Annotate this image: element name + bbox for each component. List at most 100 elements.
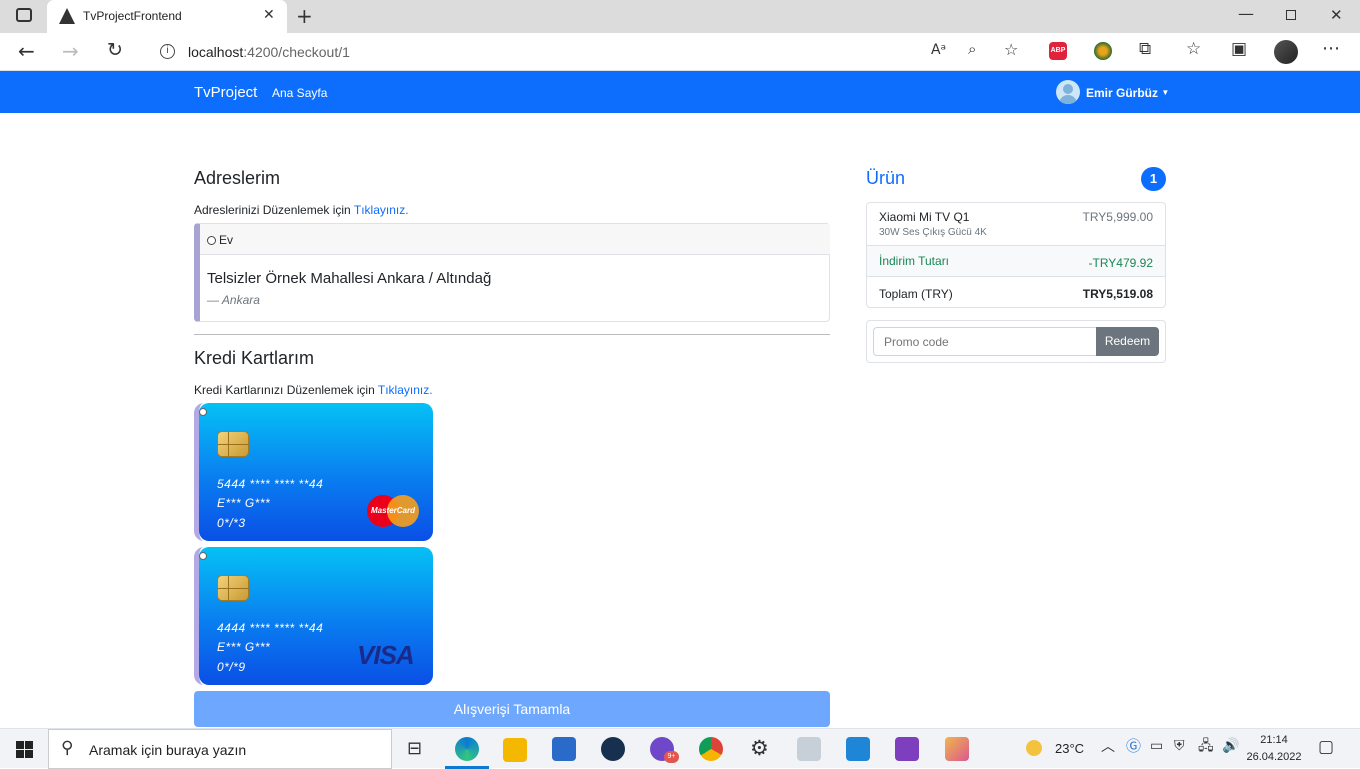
weather-moon-icon[interactable] bbox=[1026, 740, 1042, 756]
clock-time: 21:14 bbox=[1260, 734, 1288, 746]
cards-edit-line: Kredi Kartlarınızı Düzenlemek için Tıkla… bbox=[194, 383, 433, 397]
read-aloud-icon[interactable]: Aᵃ bbox=[931, 43, 946, 57]
forward-icon[interactable]: → bbox=[62, 41, 79, 61]
more-icon[interactable]: ⋯ bbox=[1322, 40, 1341, 58]
taskbar-clock[interactable]: 21:14 26.04.2022 bbox=[1246, 732, 1302, 766]
cards-edit-text: Kredi Kartlarınızı Düzenlemek için bbox=[194, 383, 375, 397]
total-value: TRY5,519.08 bbox=[1082, 287, 1153, 301]
close-window-icon[interactable]: ✕ bbox=[1330, 8, 1343, 23]
taskbar: ⚲ Aramak için buraya yazın ⊟ 9+ ⚙ 23°C ︿… bbox=[0, 728, 1360, 769]
visual-studio-icon[interactable] bbox=[895, 737, 919, 761]
extension-icon[interactable] bbox=[1094, 42, 1112, 60]
discount-row: İndirim Tutarı -TRY479.92 bbox=[867, 246, 1165, 277]
nav-link-home[interactable]: Ana Sayfa bbox=[272, 86, 327, 100]
url-path: :4200/checkout/1 bbox=[243, 44, 350, 60]
minimize-icon[interactable]: — bbox=[1238, 6, 1254, 22]
caret-down-icon: ▼ bbox=[1161, 88, 1170, 97]
address-city: — Ankara bbox=[207, 293, 260, 307]
tray-security-icon[interactable]: ⛨ bbox=[1174, 739, 1185, 753]
promo-form: Redeem bbox=[866, 320, 1166, 363]
tray-battery-icon[interactable]: ▭ bbox=[1150, 739, 1163, 753]
credit-card-option[interactable]: 5444 **** **** **44 E*** G*** 0*/*3 Mast… bbox=[194, 403, 433, 541]
notifications-icon[interactable]: ▢ bbox=[1318, 739, 1334, 756]
file-explorer-icon[interactable] bbox=[503, 738, 527, 762]
taskbar-search-placeholder: Aramak için buraya yazın bbox=[89, 742, 247, 758]
vscode-icon[interactable] bbox=[846, 737, 870, 761]
cards-title: Kredi Kartlarım bbox=[194, 348, 315, 368]
cart-title: Ürün bbox=[866, 168, 906, 188]
adblock-icon[interactable]: ABP bbox=[1049, 42, 1067, 60]
address-text: Telsizler Örnek Mahallesi Ankara / Altın… bbox=[207, 270, 492, 287]
discount-value: -TRY479.92 bbox=[1088, 256, 1153, 270]
restore-icon[interactable] bbox=[1286, 10, 1296, 20]
user-menu-toggle[interactable]: Emir Gürbüz ▼ bbox=[1086, 86, 1169, 100]
browser-tab[interactable]: TvProjectFrontend ✕ bbox=[47, 0, 287, 33]
chip-icon bbox=[217, 575, 250, 602]
task-view-icon[interactable]: ⊟ bbox=[407, 740, 422, 758]
address-radio[interactable] bbox=[207, 236, 216, 245]
info-icon[interactable]: i bbox=[160, 44, 175, 59]
product-desc: 30W Ses Çıkış Gücü 4K bbox=[879, 227, 987, 238]
favorites-icon[interactable]: ☆ bbox=[1186, 41, 1201, 58]
chip-icon bbox=[217, 431, 250, 458]
credit-card-option[interactable]: 4444 **** **** **44 E*** G*** 0*/*9 VISA bbox=[194, 547, 433, 685]
back-icon[interactable]: ← bbox=[18, 41, 35, 61]
card-expiry: 0*/*3 bbox=[217, 516, 246, 530]
steam-icon[interactable] bbox=[601, 737, 625, 761]
address-card[interactable]: Ev Telsizler Örnek Mahallesi Ankara / Al… bbox=[194, 223, 830, 322]
collections-icon[interactable]: ▣ bbox=[1231, 41, 1247, 58]
card-radio[interactable] bbox=[199, 408, 207, 416]
cart-item: Xiaomi Mi TV Q1 30W Ses Çıkış Gücü 4K TR… bbox=[867, 203, 1165, 246]
notification-badge: 9+ bbox=[664, 751, 679, 763]
weather-temp[interactable]: 23°C bbox=[1055, 741, 1084, 756]
refresh-icon[interactable]: ↻ bbox=[107, 41, 123, 60]
clock-date: 26.04.2022 bbox=[1246, 751, 1302, 763]
navbar: TvProject Ana Sayfa Emir Gürbüz ▼ bbox=[0, 71, 1360, 113]
edge-icon[interactable] bbox=[455, 737, 479, 761]
url-input[interactable]: i localhost:4200/checkout/1 Aᵃ ⌕ ☆ bbox=[143, 37, 1032, 66]
paint-icon[interactable] bbox=[945, 737, 969, 761]
chrome-icon[interactable] bbox=[699, 737, 723, 761]
windows-start-icon[interactable] bbox=[16, 741, 33, 758]
network-icon[interactable]: 🖧 bbox=[1198, 739, 1214, 753]
card-holder: E*** G*** bbox=[217, 640, 271, 654]
tray-chevron-icon[interactable]: ︿ bbox=[1101, 740, 1115, 754]
new-tab-icon[interactable]: + bbox=[296, 6, 313, 26]
address-label: Ev bbox=[219, 233, 234, 247]
card-radio[interactable] bbox=[199, 552, 207, 560]
card-number: 4444 **** **** **44 bbox=[217, 621, 324, 635]
card-holder: E*** G*** bbox=[217, 496, 271, 510]
tray-app-icon[interactable]: Ⓖ bbox=[1126, 739, 1141, 754]
cart-count-badge: 1 bbox=[1141, 167, 1166, 191]
promo-code-input[interactable] bbox=[873, 327, 1097, 356]
total-row: Toplam (TRY) TRY5,519.08 bbox=[867, 277, 1165, 308]
cards-edit-link[interactable]: Tıklayınız. bbox=[378, 383, 433, 397]
image-viewer-icon[interactable] bbox=[797, 737, 821, 761]
profile-avatar[interactable] bbox=[1274, 40, 1298, 64]
addresses-title: Adreslerim bbox=[194, 168, 281, 188]
extensions-icon[interactable]: ⧉ bbox=[1139, 41, 1151, 58]
taskbar-search-box[interactable]: ⚲ Aramak için buraya yazın bbox=[48, 729, 392, 769]
user-avatar[interactable] bbox=[1056, 80, 1080, 104]
addresses-edit-line: Adreslerinizi Düzenlemek için Tıklayınız… bbox=[194, 203, 409, 217]
settings-gear-icon[interactable]: ⚙ bbox=[750, 738, 769, 759]
redeem-button[interactable]: Redeem bbox=[1096, 327, 1159, 356]
zoom-icon[interactable]: ⌕ bbox=[968, 42, 976, 57]
volume-icon[interactable]: 🔊 bbox=[1222, 739, 1239, 753]
product-name: Xiaomi Mi TV Q1 bbox=[879, 210, 970, 224]
close-tab-icon[interactable]: ✕ bbox=[263, 8, 275, 22]
navbar-brand[interactable]: TvProject bbox=[194, 84, 257, 101]
discount-label: İndirim Tutarı bbox=[879, 254, 950, 268]
visa-logo-icon: VISA bbox=[357, 640, 415, 670]
address-card-header: Ev bbox=[200, 224, 830, 255]
divider bbox=[194, 334, 830, 335]
sidebar-toggle-icon[interactable] bbox=[16, 8, 32, 22]
store-icon[interactable] bbox=[552, 737, 576, 761]
cart-list: Xiaomi Mi TV Q1 30W Ses Çıkış Gücü 4K TR… bbox=[866, 202, 1166, 308]
complete-purchase-button[interactable]: Alışverişi Tamamla bbox=[194, 691, 830, 727]
user-name: Emir Gürbüz bbox=[1086, 86, 1159, 100]
favorites-add-icon[interactable]: ☆ bbox=[1004, 42, 1018, 58]
mastercard-logo-icon: MasterCard bbox=[367, 495, 419, 527]
product-price: TRY5,999.00 bbox=[1082, 210, 1154, 224]
addresses-edit-link[interactable]: Tıklayınız. bbox=[354, 203, 409, 217]
